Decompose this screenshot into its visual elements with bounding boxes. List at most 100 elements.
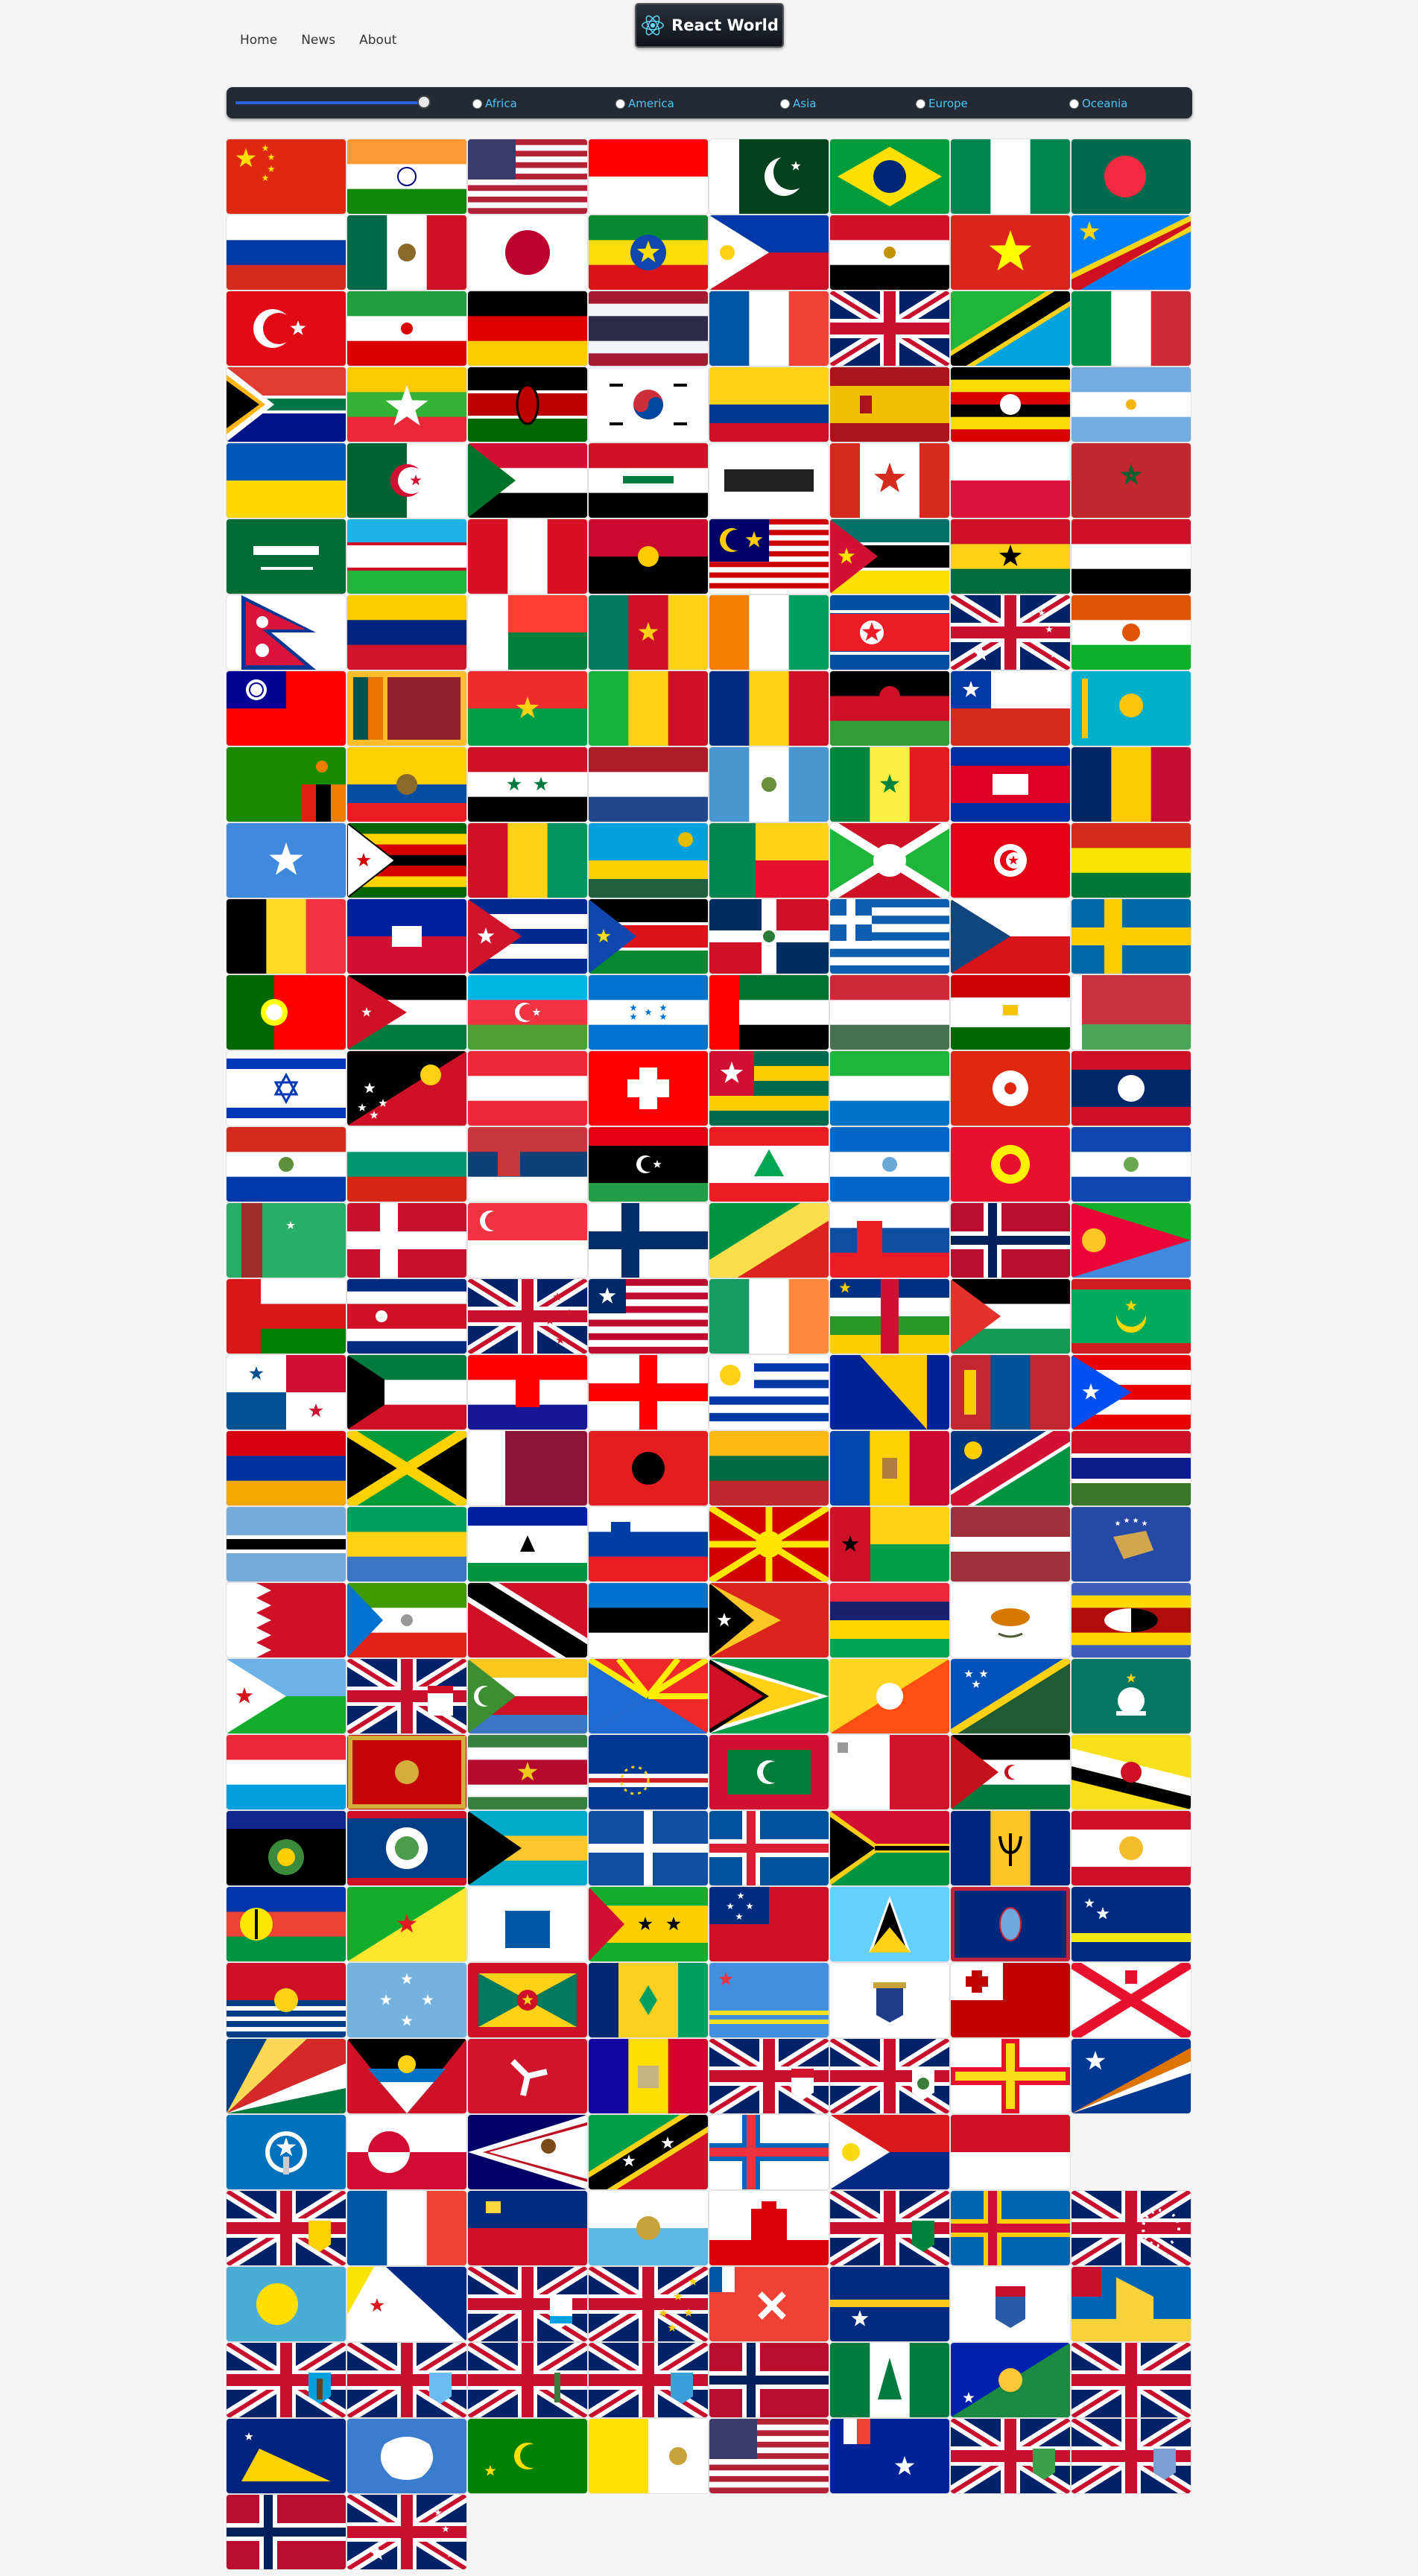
- flag-card-jamaica[interactable]: [347, 1431, 466, 1506]
- flag-card-oman[interactable]: [227, 1279, 346, 1354]
- flag-card-tajikistan[interactable]: [951, 975, 1070, 1050]
- flag-card-thailand[interactable]: [589, 291, 708, 366]
- flag-card-christmas-island[interactable]: [951, 2343, 1070, 2417]
- flag-card-portugal[interactable]: [227, 975, 346, 1050]
- flag-card-niue[interactable]: [1072, 2343, 1191, 2417]
- flag-card-east-timor[interactable]: [709, 1583, 829, 1657]
- flag-card-andorra[interactable]: [589, 2039, 708, 2113]
- flag-card-tuvalu[interactable]: [589, 2267, 708, 2341]
- radio-dot[interactable]: [916, 98, 925, 109]
- flag-card-faroe-islands[interactable]: [709, 2115, 829, 2189]
- flag-card-new-caledonia[interactable]: [227, 1887, 346, 1961]
- flag-card-burkina-faso[interactable]: [468, 671, 587, 746]
- flag-card-paraguay[interactable]: [227, 1127, 346, 1202]
- flag-card-monaco[interactable]: [951, 2115, 1070, 2189]
- flag-card-french-guiana[interactable]: [347, 1887, 466, 1961]
- flag-card-jordan[interactable]: [347, 975, 466, 1050]
- flag-card-uganda[interactable]: [951, 367, 1070, 442]
- flag-card-cayman-islands[interactable]: [709, 2039, 829, 2113]
- flag-card-saint-martin[interactable]: [347, 2191, 466, 2265]
- flag-card-el-salvador[interactable]: [1072, 1127, 1191, 1202]
- flag-card-tokelau[interactable]: [227, 2419, 346, 2493]
- region-radio-america[interactable]: America: [615, 97, 674, 110]
- flag-card-gambia[interactable]: [1072, 1431, 1191, 1506]
- radio-dot[interactable]: [472, 98, 482, 109]
- nav-home-link[interactable]: Home: [240, 33, 277, 48]
- flag-card-ecuador[interactable]: [347, 747, 466, 822]
- flag-card-colombia[interactable]: [709, 367, 829, 442]
- flag-card-chad[interactable]: [1072, 747, 1191, 822]
- flag-card-canada[interactable]: [830, 443, 949, 518]
- flag-card-china[interactable]: [227, 139, 346, 214]
- flag-card-switzerland[interactable]: [589, 1051, 708, 1126]
- flag-card-dominican-republic[interactable]: [709, 899, 829, 974]
- flag-card-norfolk-island[interactable]: [830, 2343, 949, 2417]
- flag-card-sri-lanka[interactable]: [347, 671, 466, 746]
- flag-card-bermuda[interactable]: [830, 2039, 949, 2113]
- region-radio-asia[interactable]: Asia: [780, 97, 816, 110]
- flag-card-sierra-leone[interactable]: [830, 1051, 949, 1126]
- flag-card-jersey[interactable]: [1072, 1963, 1191, 2037]
- flag-card-american-samoa[interactable]: [468, 2115, 587, 2189]
- flag-card-moldova[interactable]: [830, 1431, 949, 1506]
- flag-card-tanzania[interactable]: [951, 291, 1070, 366]
- flag-card-barbados[interactable]: [951, 1811, 1070, 1885]
- flag-card-cyprus[interactable]: [951, 1583, 1070, 1657]
- flag-card-tonga[interactable]: [951, 1963, 1070, 2037]
- flag-card-seychelles[interactable]: [227, 2039, 346, 2113]
- flag-card-iceland[interactable]: [709, 1811, 829, 1885]
- flag-card-trinidad-and-tobago[interactable]: [468, 1583, 587, 1657]
- flag-card-marshall-islands[interactable]: [1072, 2039, 1191, 2113]
- flag-card-slovakia[interactable]: [830, 1203, 949, 1278]
- flag-card-martinique[interactable]: [589, 1811, 708, 1885]
- flag-card-egypt[interactable]: [830, 215, 949, 290]
- flag-card-russia[interactable]: [227, 215, 346, 290]
- flag-card-belarus[interactable]: [1072, 975, 1191, 1050]
- flag-card-macau[interactable]: [1072, 1659, 1191, 1733]
- flag-card-comoros[interactable]: [468, 1659, 587, 1733]
- flag-card-botswana[interactable]: [227, 1507, 346, 1582]
- flag-card-zimbabwe[interactable]: [347, 823, 466, 898]
- flag-card-norway[interactable]: [951, 1203, 1070, 1278]
- flag-card-united-states[interactable]: [468, 139, 587, 214]
- flag-card-malaysia[interactable]: [709, 519, 829, 594]
- flag-card-estonia[interactable]: [589, 1583, 708, 1657]
- flag-card-lebanon[interactable]: [709, 1127, 829, 1202]
- flag-card-luxembourg[interactable]: [227, 1735, 346, 1809]
- flag-card-greece[interactable]: [830, 899, 949, 974]
- flag-card-georgia[interactable]: [589, 1355, 708, 1430]
- flag-card-mauritania[interactable]: [1072, 1279, 1191, 1354]
- flag-card-haiti[interactable]: [347, 899, 466, 974]
- flag-card-liberia[interactable]: [589, 1279, 708, 1354]
- flag-card-greenland[interactable]: [347, 2115, 466, 2189]
- flag-card-cambodia[interactable]: [951, 747, 1070, 822]
- flag-card-suriname[interactable]: [468, 1735, 587, 1809]
- flag-card-bosnia-and-herzegovina[interactable]: [830, 1355, 949, 1430]
- flag-card-isle-of-man[interactable]: [468, 2039, 587, 2113]
- flag-card-puerto-rico[interactable]: [1072, 1355, 1191, 1430]
- flag-card-taiwan[interactable]: [227, 671, 346, 746]
- flag-card-hungary[interactable]: [830, 975, 949, 1050]
- flag-card-san-marino[interactable]: [589, 2191, 708, 2265]
- flag-card-bhutan[interactable]: [830, 1659, 949, 1733]
- flag-card-british-virgin-islands[interactable]: [830, 2191, 949, 2265]
- flag-card-north-korea[interactable]: [830, 595, 949, 670]
- flag-card-iraq[interactable]: [589, 443, 708, 518]
- flag-card-saint-kitts-and-nevis[interactable]: [589, 2115, 708, 2189]
- flag-card-northern-mariana-islands[interactable]: [227, 2115, 346, 2189]
- flag-card-kuwait[interactable]: [347, 1355, 466, 1430]
- flag-card-maldives[interactable]: [709, 1735, 829, 1809]
- flag-card-honduras[interactable]: [589, 975, 708, 1050]
- flag-card-india[interactable]: [347, 139, 466, 214]
- flag-card-fiji[interactable]: [347, 1659, 466, 1733]
- region-radio-oceania[interactable]: Oceania: [1069, 97, 1127, 110]
- flag-card-croatia[interactable]: [468, 1355, 587, 1430]
- flag-card-netherlands[interactable]: [589, 747, 708, 822]
- slider-thumb[interactable]: [417, 95, 431, 109]
- flag-card-aland-islands[interactable]: [951, 2191, 1070, 2265]
- flag-card-germany[interactable]: [468, 291, 587, 366]
- flag-card-dr-congo[interactable]: [1072, 215, 1191, 290]
- flag-card-montenegro[interactable]: [347, 1735, 466, 1809]
- flag-card-guernsey[interactable]: [951, 2039, 1070, 2113]
- flag-card-kenya[interactable]: [468, 367, 587, 442]
